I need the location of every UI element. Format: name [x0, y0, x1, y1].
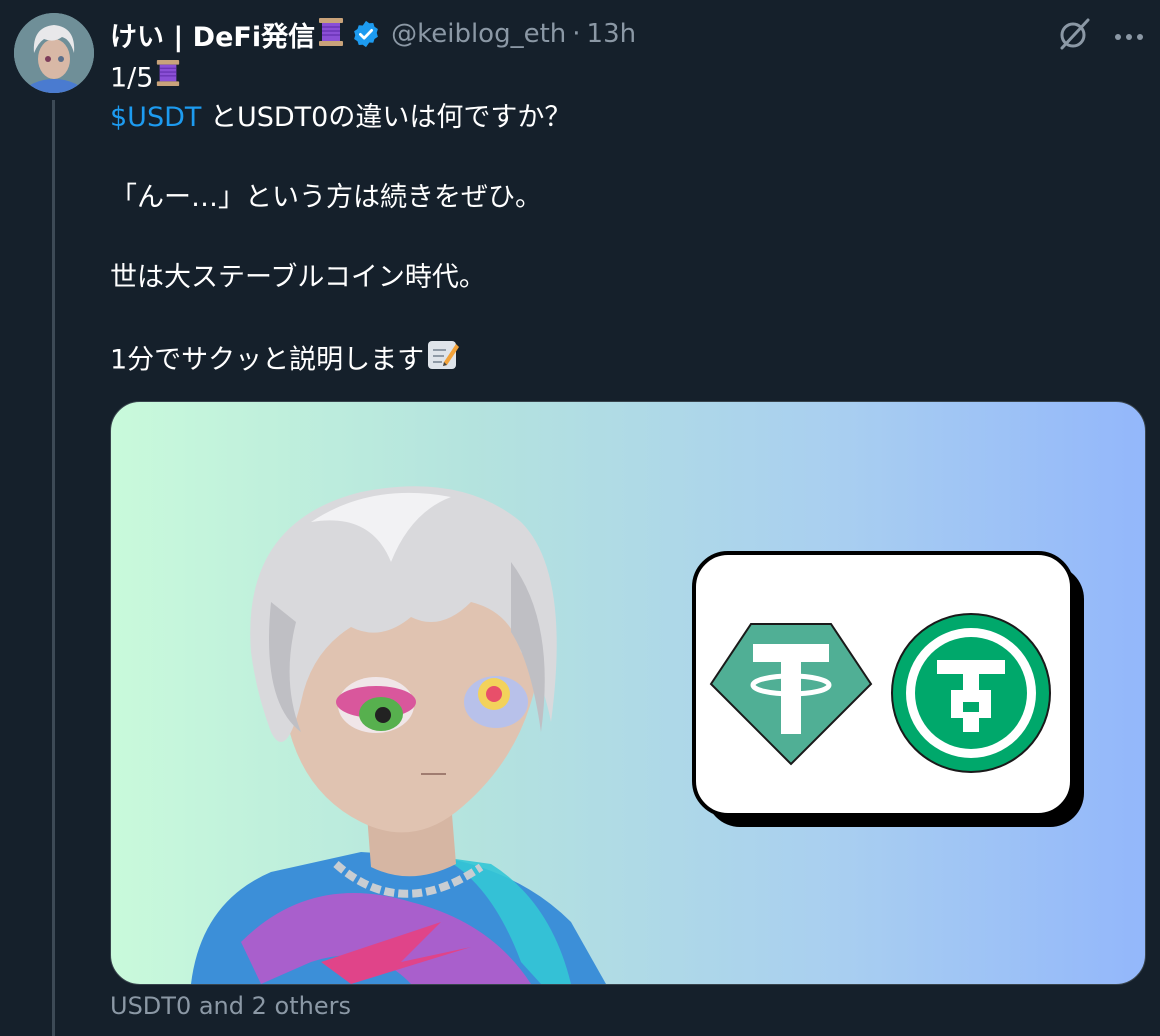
- tweet-line: 1/5: [110, 58, 1140, 98]
- tweet-media-image[interactable]: [110, 401, 1146, 985]
- thread-spool-icon: [317, 16, 345, 52]
- tweet-line-text: とUSDT0の違いは何ですか？: [201, 102, 572, 133]
- timestamp[interactable]: 13h: [587, 19, 637, 49]
- usdt0-logo-icon: [891, 613, 1051, 773]
- more-options-icon[interactable]: [1114, 27, 1144, 46]
- top-actions: [1058, 16, 1144, 56]
- thread-line: [52, 100, 55, 1036]
- tweet-line-text: 1分でサクッと説明します: [110, 344, 425, 376]
- thread-counter: 1/5: [110, 62, 154, 94]
- memo-icon: [426, 338, 460, 384]
- character-illustration: [191, 486, 606, 984]
- user-handle[interactable]: @keiblog_eth: [391, 19, 566, 49]
- verified-badge-icon: [351, 19, 381, 49]
- tweet-header: けい | DeFi発信 @keiblog_eth · 13h: [110, 14, 636, 54]
- tweet-line: 世は大ステーブルコイン時代。: [110, 262, 486, 293]
- thread-spool-icon: [155, 58, 181, 100]
- avatar[interactable]: [14, 13, 94, 93]
- tweet-line: 1分でサクッと説明します: [110, 338, 1140, 378]
- tweet-text: 1/5 $USDT とUSDT0の違いは何ですか？ 「んー…」という方は続きをぜ…: [110, 58, 1140, 378]
- tagged-users-link[interactable]: USDT0 and 2 others: [110, 992, 351, 1020]
- grok-icon[interactable]: [1058, 16, 1092, 56]
- tweet-line: $USDT とUSDT0の違いは何ですか？: [110, 98, 1140, 138]
- cashtag-link[interactable]: $USDT: [110, 102, 201, 133]
- separator: ·: [572, 19, 581, 49]
- display-name[interactable]: けい | DeFi発信: [110, 15, 315, 54]
- tweet-line: 「んー…」という方は続きをぜひ。: [110, 182, 542, 213]
- avatar-image: [14, 13, 94, 93]
